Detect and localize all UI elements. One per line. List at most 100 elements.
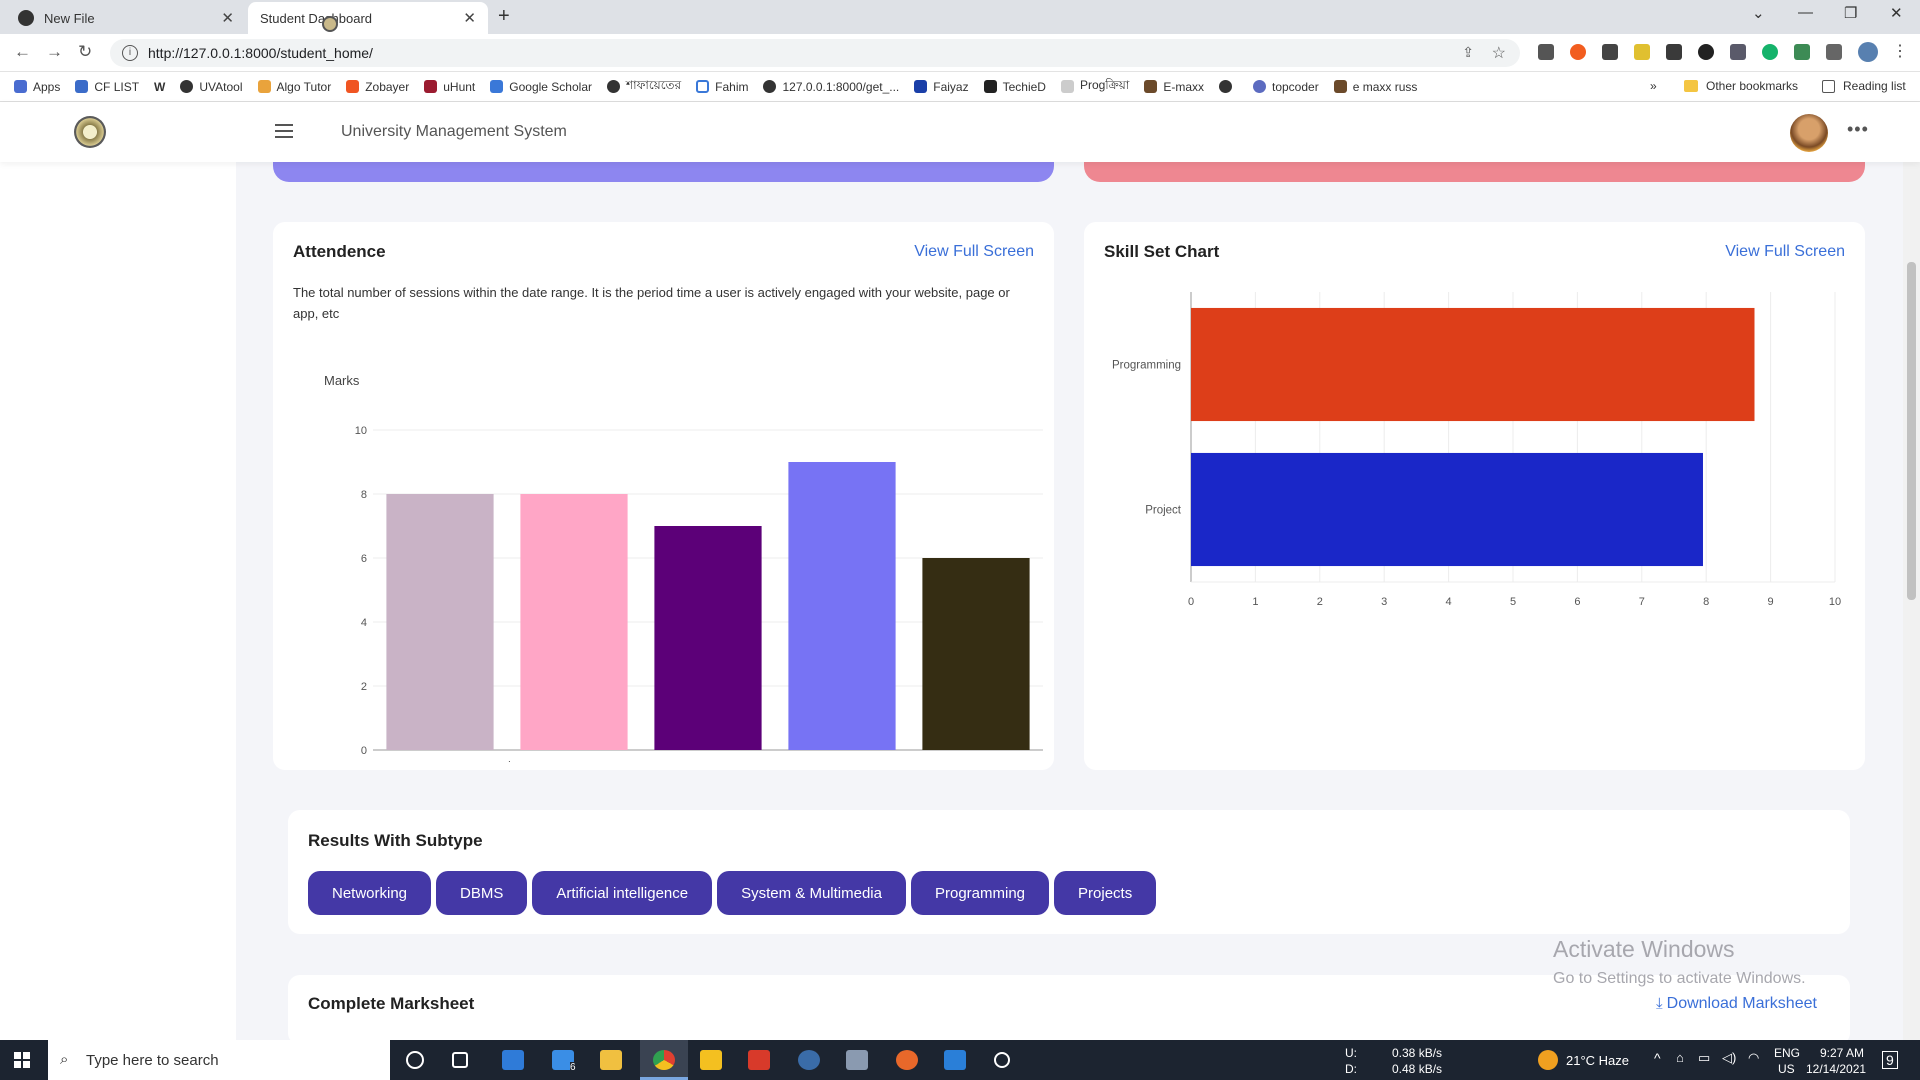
extension-icon[interactable] bbox=[1602, 44, 1618, 60]
share-icon[interactable]: ⇪ bbox=[1462, 44, 1474, 61]
vscode-icon[interactable] bbox=[944, 1050, 966, 1070]
profile-icon[interactable] bbox=[1858, 42, 1878, 62]
activate-windows-subtitle: Go to Settings to activate Windows. bbox=[1553, 970, 1806, 987]
weather-icon[interactable] bbox=[1538, 1050, 1558, 1070]
bookmark-item[interactable]: 127.0.0.1:8000/get_... bbox=[763, 80, 899, 94]
bookmark-item[interactable]: Zobayer bbox=[346, 80, 409, 94]
page-scrollbar[interactable] bbox=[1903, 102, 1920, 1040]
more-options-icon[interactable]: ••• bbox=[1847, 119, 1869, 140]
subtype-button-ai[interactable]: Artificial intelligence bbox=[532, 871, 713, 915]
weather-text[interactable]: 21°C Haze bbox=[1566, 1053, 1629, 1068]
download-marksheet-link[interactable]: ⤓ Download Marksheet bbox=[1656, 995, 1817, 1013]
bookmark-item[interactable] bbox=[1219, 80, 1238, 93]
bookmark-item[interactable]: uHunt bbox=[424, 80, 475, 94]
file-explorer-icon[interactable] bbox=[600, 1050, 622, 1070]
bookmark-item[interactable]: Fahim bbox=[696, 80, 748, 94]
skill-set-view-full-screen-link[interactable]: View Full Screen bbox=[1725, 243, 1845, 261]
extension-icon[interactable] bbox=[1698, 44, 1714, 60]
subtype-button-projects[interactable]: Projects bbox=[1054, 871, 1157, 915]
language-text[interactable]: ENG bbox=[1774, 1046, 1800, 1060]
tab-new-file[interactable]: New File ✕ bbox=[6, 2, 246, 34]
wifi-icon[interactable]: ◠ bbox=[1748, 1050, 1759, 1066]
restore-icon[interactable]: ❐ bbox=[1844, 4, 1857, 22]
minimize-icon[interactable]: — bbox=[1798, 4, 1813, 21]
bookmark-item[interactable]: topcoder bbox=[1253, 80, 1319, 94]
show-hidden-icons-icon[interactable]: ^ bbox=[1654, 1050, 1661, 1066]
github-icon bbox=[18, 10, 34, 26]
university-logo[interactable] bbox=[74, 116, 106, 148]
network-icon[interactable]: ⌂ bbox=[1676, 1050, 1684, 1065]
close-window-icon[interactable]: ✕ bbox=[1890, 4, 1903, 22]
task-view-icon[interactable] bbox=[452, 1052, 468, 1068]
firefox-icon[interactable] bbox=[896, 1050, 918, 1070]
extension-icon[interactable] bbox=[1762, 44, 1778, 60]
clock-time[interactable]: 9:27 AM bbox=[1820, 1046, 1864, 1060]
pgadmin-icon[interactable] bbox=[798, 1050, 820, 1070]
menu-icon[interactable]: ⋮ bbox=[1892, 41, 1908, 61]
bar bbox=[386, 494, 494, 750]
notification-icon[interactable]: 9 bbox=[1882, 1051, 1898, 1069]
region-text[interactable]: US bbox=[1778, 1062, 1795, 1076]
hamburger-menu-icon[interactable] bbox=[275, 124, 293, 138]
attendance-view-full-screen-link[interactable]: View Full Screen bbox=[914, 243, 1034, 261]
tab-student-dashboard[interactable]: Student Dashboard ✕ bbox=[248, 2, 488, 34]
url-input[interactable]: i http://127.0.0.1:8000/student_home/ ⇪ … bbox=[110, 39, 1520, 67]
reload-icon[interactable]: ↻ bbox=[78, 42, 92, 62]
scrollbar-thumb[interactable] bbox=[1907, 262, 1916, 600]
extension-icon[interactable] bbox=[1666, 44, 1682, 60]
subtype-button-networking[interactable]: Networking bbox=[308, 871, 432, 915]
bookmark-item[interactable]: W bbox=[154, 80, 165, 94]
extension-icon[interactable] bbox=[1730, 44, 1746, 60]
bookmark-label: CF LIST bbox=[94, 79, 140, 94]
browser-tab-bar: New File ✕ Student Dashboard ✕ + ⌄ — ❐ ✕ bbox=[0, 0, 1920, 34]
back-icon[interactable]: ← bbox=[14, 42, 31, 62]
subtype-button-programming[interactable]: Programming bbox=[910, 871, 1050, 915]
bookmark-item[interactable]: শাফায়েতের bbox=[606, 77, 681, 97]
bookmark-label: E-maxx bbox=[1163, 79, 1204, 94]
windows-start-icon[interactable] bbox=[14, 1052, 30, 1068]
bookmark-item[interactable]: CF LIST bbox=[75, 80, 139, 94]
settings-gear-icon[interactable] bbox=[994, 1052, 1010, 1068]
tab-search-icon[interactable]: ⌄ bbox=[1752, 4, 1765, 22]
globe-icon bbox=[180, 80, 194, 93]
close-icon[interactable]: ✕ bbox=[463, 9, 476, 27]
cortana-icon[interactable] bbox=[406, 1051, 424, 1069]
drive-icon[interactable] bbox=[846, 1050, 868, 1070]
bookmark-item[interactable]: E-maxx bbox=[1144, 80, 1204, 94]
extension-icon[interactable] bbox=[1538, 44, 1554, 60]
marksheet-title: Complete Marksheet bbox=[308, 994, 475, 1013]
battery-icon[interactable]: ▭ bbox=[1698, 1050, 1710, 1066]
url-text: http://127.0.0.1:8000/student_home/ bbox=[148, 45, 373, 61]
bookmark-item[interactable]: e maxx russ bbox=[1333, 80, 1417, 94]
volume-icon[interactable]: ◁) bbox=[1722, 1050, 1736, 1066]
star-icon[interactable]: ☆ bbox=[1492, 43, 1506, 63]
taskbar-chrome-active[interactable] bbox=[640, 1040, 688, 1080]
close-icon[interactable]: ✕ bbox=[221, 9, 234, 27]
tab-label: Student Dashboard bbox=[260, 10, 373, 26]
player-icon[interactable] bbox=[700, 1050, 722, 1070]
reading-list[interactable]: Reading list bbox=[1822, 79, 1906, 93]
subtype-button-system-multimedia[interactable]: System & Multimedia bbox=[717, 871, 906, 915]
store-icon[interactable] bbox=[502, 1050, 524, 1070]
taskbar-search-input[interactable]: ⌕ Type here to search bbox=[48, 1040, 390, 1080]
extension-icon[interactable] bbox=[1794, 44, 1810, 60]
extension-icon[interactable] bbox=[1634, 44, 1650, 60]
wps-office-icon[interactable] bbox=[748, 1050, 770, 1070]
puzzle-icon[interactable] bbox=[1826, 44, 1842, 60]
bookmark-item[interactable]: Faiyaz bbox=[914, 80, 969, 94]
more-bookmarks-icon[interactable]: » bbox=[1650, 79, 1657, 93]
info-icon[interactable]: i bbox=[122, 45, 138, 61]
bookmark-item[interactable]: Google Scholar bbox=[490, 80, 592, 94]
bookmark-item[interactable]: UVAtool bbox=[180, 80, 243, 94]
new-tab-icon[interactable]: + bbox=[498, 5, 510, 28]
subtype-button-dbms[interactable]: DBMS bbox=[436, 871, 528, 915]
other-bookmarks[interactable]: Other bookmarks bbox=[1684, 79, 1798, 93]
extension-icon[interactable] bbox=[1570, 44, 1586, 60]
forward-icon[interactable]: → bbox=[46, 42, 63, 62]
clock-date[interactable]: 12/14/2021 bbox=[1806, 1062, 1866, 1076]
bookmark-item[interactable]: Algo Tutor bbox=[257, 80, 331, 94]
bookmark-item[interactable]: Progক্রিয়া bbox=[1060, 77, 1129, 97]
bookmark-item[interactable]: TechieD bbox=[983, 80, 1046, 94]
bookmark-apps[interactable]: Apps bbox=[14, 80, 60, 94]
avatar[interactable] bbox=[1790, 114, 1828, 152]
